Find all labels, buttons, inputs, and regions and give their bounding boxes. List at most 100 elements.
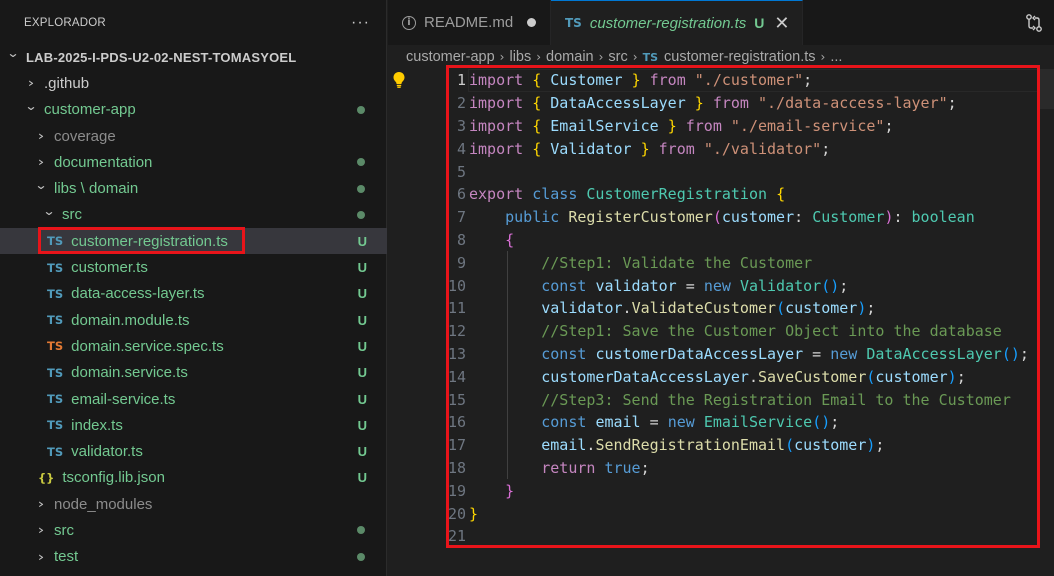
chevron-right-icon[interactable]: › <box>31 550 51 564</box>
code-token: //Step1: Save the Customer Object into t… <box>541 322 1002 341</box>
typescript-file-icon: TS <box>47 365 64 380</box>
tab-readme[interactable]: i README.md <box>388 0 551 45</box>
chevron-right-icon[interactable]: › <box>31 497 51 511</box>
chevron-down-icon[interactable]: ⌄ <box>40 204 58 218</box>
chevron-down-icon[interactable]: ⌄ <box>32 178 50 192</box>
code-line[interactable]: 7 public RegisterCustomer(customer: Cust… <box>388 206 1054 229</box>
code-token: from <box>703 94 758 113</box>
line-number: 7 <box>456 208 466 227</box>
tree-folder[interactable]: › test <box>0 544 387 570</box>
code-token: } <box>631 71 641 90</box>
code-token: ; <box>839 276 849 295</box>
tree-file[interactable]: TS validator.ts U <box>0 438 387 464</box>
tree-file[interactable]: TS data-access-layer.ts U <box>0 281 387 307</box>
code-editor[interactable]: 1 import { Customer } from "./customer"; 2… <box>388 69 1054 576</box>
code-line[interactable]: 2 import { DataAccessLayer } from "./data… <box>388 92 1054 115</box>
code-token: validator <box>541 299 623 318</box>
breadcrumb-item[interactable]: src <box>608 49 627 65</box>
typescript-icon: TS <box>565 16 582 30</box>
tree-folder[interactable]: › coverage <box>0 123 387 149</box>
code-token: ( <box>785 436 795 455</box>
line-number: 16 <box>447 413 466 432</box>
code-line[interactable]: 16 const email = new EmailService(); <box>388 411 1054 434</box>
breadcrumb-item[interactable]: ... <box>830 49 842 65</box>
chevron-down-icon[interactable]: ⌄ <box>4 46 22 60</box>
tree-file[interactable]: TS domain.service.ts U <box>0 360 387 386</box>
tree-folder[interactable]: › node_modules <box>0 491 387 517</box>
tree-file[interactable]: TS customer.ts U <box>0 254 387 280</box>
chevron-right-icon[interactable]: › <box>31 129 51 143</box>
code-token: { <box>532 71 542 90</box>
breadcrumb-item[interactable]: customer-app <box>406 49 495 65</box>
tree-folder[interactable]: › .github <box>0 70 387 96</box>
code-line[interactable]: 13 const customerDataAccessLayer = new D… <box>388 343 1054 366</box>
code-line[interactable]: 15 //Step3: Send the Registration Email … <box>388 388 1054 411</box>
tab-bar: i README.md TS customer-registration.ts … <box>388 0 1054 45</box>
tree-folder[interactable]: ⌄ customer-app <box>0 97 387 123</box>
code-line[interactable]: 14 customerDataAccessLayer.SaveCustomer(… <box>388 365 1054 388</box>
tree-item-label: coverage <box>54 127 116 145</box>
code-line[interactable]: 8 { <box>388 229 1054 252</box>
tree-folder[interactable]: › src <box>0 517 387 543</box>
tree-file[interactable]: TS email-service.ts U <box>0 386 387 412</box>
tree-folder[interactable]: ⌄ libs \ domain <box>0 175 387 201</box>
code-line[interactable]: 5 <box>388 160 1054 183</box>
code-token: customer <box>721 208 795 227</box>
code-line[interactable]: 21 <box>388 525 1054 548</box>
code-line[interactable]: 12 //Step1: Save the Customer Object int… <box>388 320 1054 343</box>
tree-file[interactable]: TS domain.module.ts U <box>0 307 387 333</box>
code-line[interactable]: 6 export class CustomerRegistration { <box>388 183 1054 206</box>
tree-folder[interactable]: ⌄ src <box>0 202 387 228</box>
more-actions-icon[interactable]: ··· <box>351 14 370 32</box>
tree-file[interactable]: {} tsconfig.lib.json U <box>0 465 387 491</box>
code-token: from <box>640 71 695 90</box>
chevron-right-icon: › <box>499 50 505 64</box>
code-line[interactable]: 11 validator.ValidateCustomer(customer); <box>388 297 1054 320</box>
code-line[interactable]: 10 const validator = new Validator(); <box>388 274 1054 297</box>
breadcrumb-item[interactable]: libs <box>509 49 531 65</box>
code-line[interactable]: 19 } <box>388 479 1054 502</box>
close-icon[interactable]: ✕ <box>774 13 789 34</box>
code-text: import { EmailService } from "./email-se… <box>469 117 893 135</box>
tree-file[interactable]: TS customer-registration.ts U <box>0 228 387 255</box>
code-text: return true; <box>469 459 649 477</box>
tree-item-label: customer.ts <box>71 259 148 277</box>
code-token: } <box>640 139 650 158</box>
tree-file[interactable]: TS domain.service.spec.ts U <box>0 333 387 359</box>
code-token: RegisterCustomer <box>568 208 713 227</box>
modified-dot-icon <box>357 105 365 114</box>
compare-changes-icon[interactable] <box>1024 13 1044 33</box>
breadcrumb-item[interactable]: domain <box>546 49 594 65</box>
breadcrumb-item[interactable]: customer-registration.ts <box>664 49 816 65</box>
code-line[interactable]: 4 import { Validator } from "./validator"… <box>388 137 1054 160</box>
code-token: //Step3: Send the Registration Email to … <box>541 390 1011 409</box>
code-token: email <box>595 413 641 432</box>
line-number: 3 <box>456 116 466 135</box>
code-token: ; <box>830 413 840 432</box>
chevron-right-icon[interactable]: › <box>31 523 51 537</box>
chevron-down-icon[interactable]: ⌄ <box>22 99 40 113</box>
code-token: "./customer" <box>694 71 804 90</box>
untracked-badge: U <box>357 260 367 276</box>
chevron-right-icon[interactable]: › <box>31 155 51 169</box>
code-line[interactable]: 20} <box>388 502 1054 525</box>
code-line[interactable]: 17 email.SendRegistrationEmail(customer)… <box>388 434 1054 457</box>
tree-root-folder[interactable]: ⌄ LAB-2025-I-PDS-U2-02-NEST-TOMASYOEL <box>0 44 387 70</box>
code-line[interactable]: 3 import { EmailService } from "./email-s… <box>388 115 1054 138</box>
scrollbar[interactable] <box>1040 69 1054 109</box>
tree-file[interactable]: TS index.ts U <box>0 412 387 438</box>
chevron-right-icon: › <box>632 50 638 64</box>
line-number: 18 <box>447 458 466 477</box>
code-line[interactable]: 1 import { Customer } from "./customer"; <box>388 69 1054 92</box>
code-line[interactable]: 9 //Step1: Validate the Customer <box>388 251 1054 274</box>
code-token: { <box>532 116 542 135</box>
tree-folder[interactable]: › documentation <box>0 149 387 175</box>
tab-customer-registration[interactable]: TS customer-registration.ts U ✕ <box>551 0 803 45</box>
code-line[interactable]: 18 return true; <box>388 457 1054 480</box>
typescript-icon: TS <box>642 50 659 64</box>
code-token: { <box>532 139 542 158</box>
chevron-right-icon[interactable]: › <box>21 76 41 90</box>
unsaved-dot-icon[interactable] <box>527 18 537 27</box>
line-number: 17 <box>447 436 466 455</box>
